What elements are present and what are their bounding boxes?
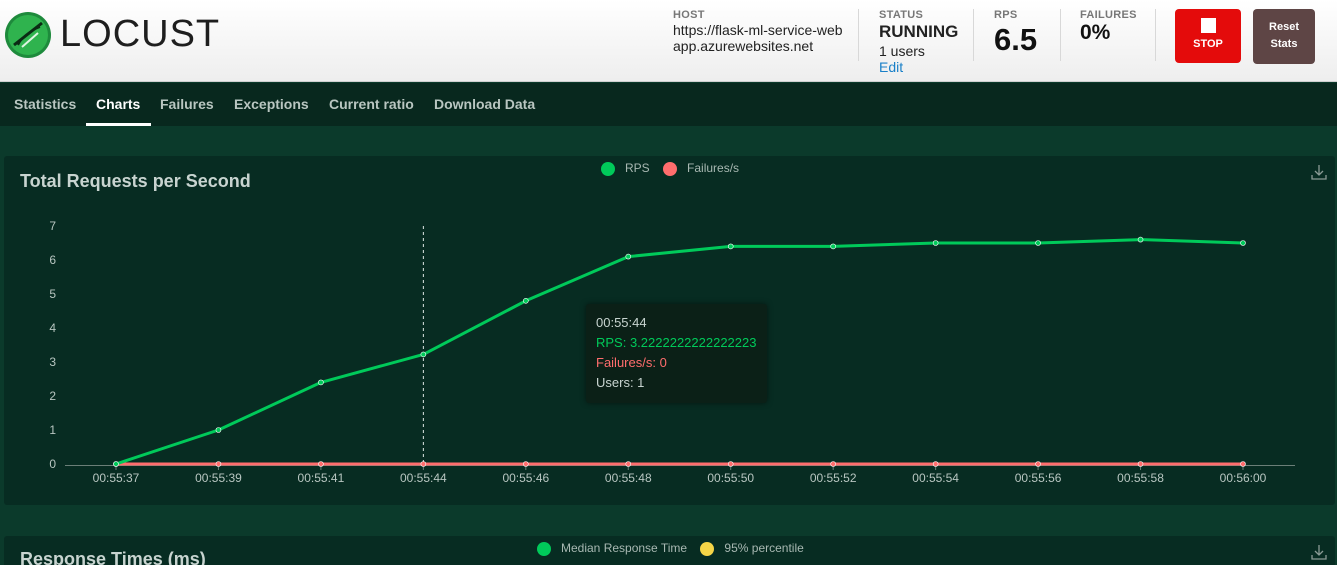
tab-statistics[interactable]: Statistics [14, 83, 76, 126]
legend-item-median[interactable]: Median Response Time [537, 541, 687, 556]
legend-label: Failures/s [687, 161, 740, 175]
tab-charts[interactable]: Charts [96, 83, 140, 126]
top-header: LOCUST HOST https://flask-ml-service-web… [0, 0, 1337, 82]
divider [858, 9, 859, 61]
tooltip-failures: Failures/s: 0 [596, 355, 667, 370]
chart-title: Total Requests per Second [20, 171, 251, 191]
status-value: RUNNING [879, 22, 959, 41]
status-label: STATUS [879, 9, 924, 21]
tab-exceptions[interactable]: Exceptions [234, 83, 309, 126]
tooltip-users: Users: 1 [596, 375, 645, 390]
tab-failures[interactable]: Failures [160, 83, 214, 126]
host-stat: HOST https://flask-ml-service-webapp.azu… [673, 9, 843, 54]
tab-download-data[interactable]: Download Data [434, 83, 535, 126]
chart-title: Response Times (ms) [20, 549, 206, 565]
active-tab-indicator [86, 123, 151, 126]
tab-bar: Statistics Charts Failures Exceptions Cu… [0, 83, 1337, 126]
chart-tooltip: 00:55:44 RPS: 3.2222222222222223 Failure… [586, 304, 767, 403]
legend-dot-icon [537, 541, 551, 556]
legend-label: 95% percentile [724, 541, 804, 555]
response-times-panel: Response Times (ms) Median Response Time… [4, 536, 1335, 565]
rps-stat: RPS 6.5 [994, 9, 1037, 58]
legend-label: RPS [625, 161, 650, 175]
chart-legend: Median Response Time 95% percentile [537, 541, 814, 556]
reset-stats-button[interactable]: Reset Stats [1253, 9, 1315, 64]
legend-item-p95[interactable]: 95% percentile [700, 541, 804, 556]
download-icon[interactable] [1310, 163, 1328, 181]
tab-current-ratio[interactable]: Current ratio [329, 83, 414, 126]
legend-dot-icon [663, 161, 678, 176]
legend-item-rps[interactable]: RPS [601, 161, 650, 176]
tooltip-time: 00:55:44 [596, 315, 647, 330]
divider [1155, 9, 1156, 61]
legend-dot-icon [601, 161, 615, 176]
stop-button[interactable]: STOP [1175, 9, 1241, 63]
divider [973, 9, 974, 61]
legend-item-failures[interactable]: Failures/s [663, 161, 739, 176]
rps-value: 6.5 [994, 22, 1038, 57]
stop-button-label: STOP [1193, 38, 1223, 50]
app-logo-text: LOCUST [60, 13, 221, 55]
reset-label-line1: Reset [1269, 21, 1299, 33]
reset-label-line2: Stats [1270, 38, 1298, 50]
chart-legend: RPS Failures/s [601, 161, 749, 176]
failures-stat: FAILURES 0% [1080, 9, 1137, 45]
tooltip-rps: RPS: 3.2222222222222223 [596, 335, 757, 350]
legend-dot-icon [700, 541, 715, 556]
divider [1060, 9, 1061, 61]
host-value: https://flask-ml-service-webapp.azureweb… [673, 22, 843, 54]
rps-label: RPS [994, 9, 1018, 21]
stop-square-icon [1200, 18, 1216, 33]
users-count: 1 users [879, 43, 925, 59]
edit-users-link[interactable]: Edit [879, 59, 958, 75]
locust-icon[interactable] [4, 11, 52, 59]
status-stat: STATUS RUNNING 1 users Edit [879, 9, 958, 75]
failures-label: FAILURES [1080, 9, 1137, 21]
download-icon[interactable] [1310, 543, 1328, 561]
failures-value: 0% [1080, 21, 1111, 44]
legend-label: Median Response Time [561, 541, 688, 555]
host-label: HOST [673, 9, 705, 21]
